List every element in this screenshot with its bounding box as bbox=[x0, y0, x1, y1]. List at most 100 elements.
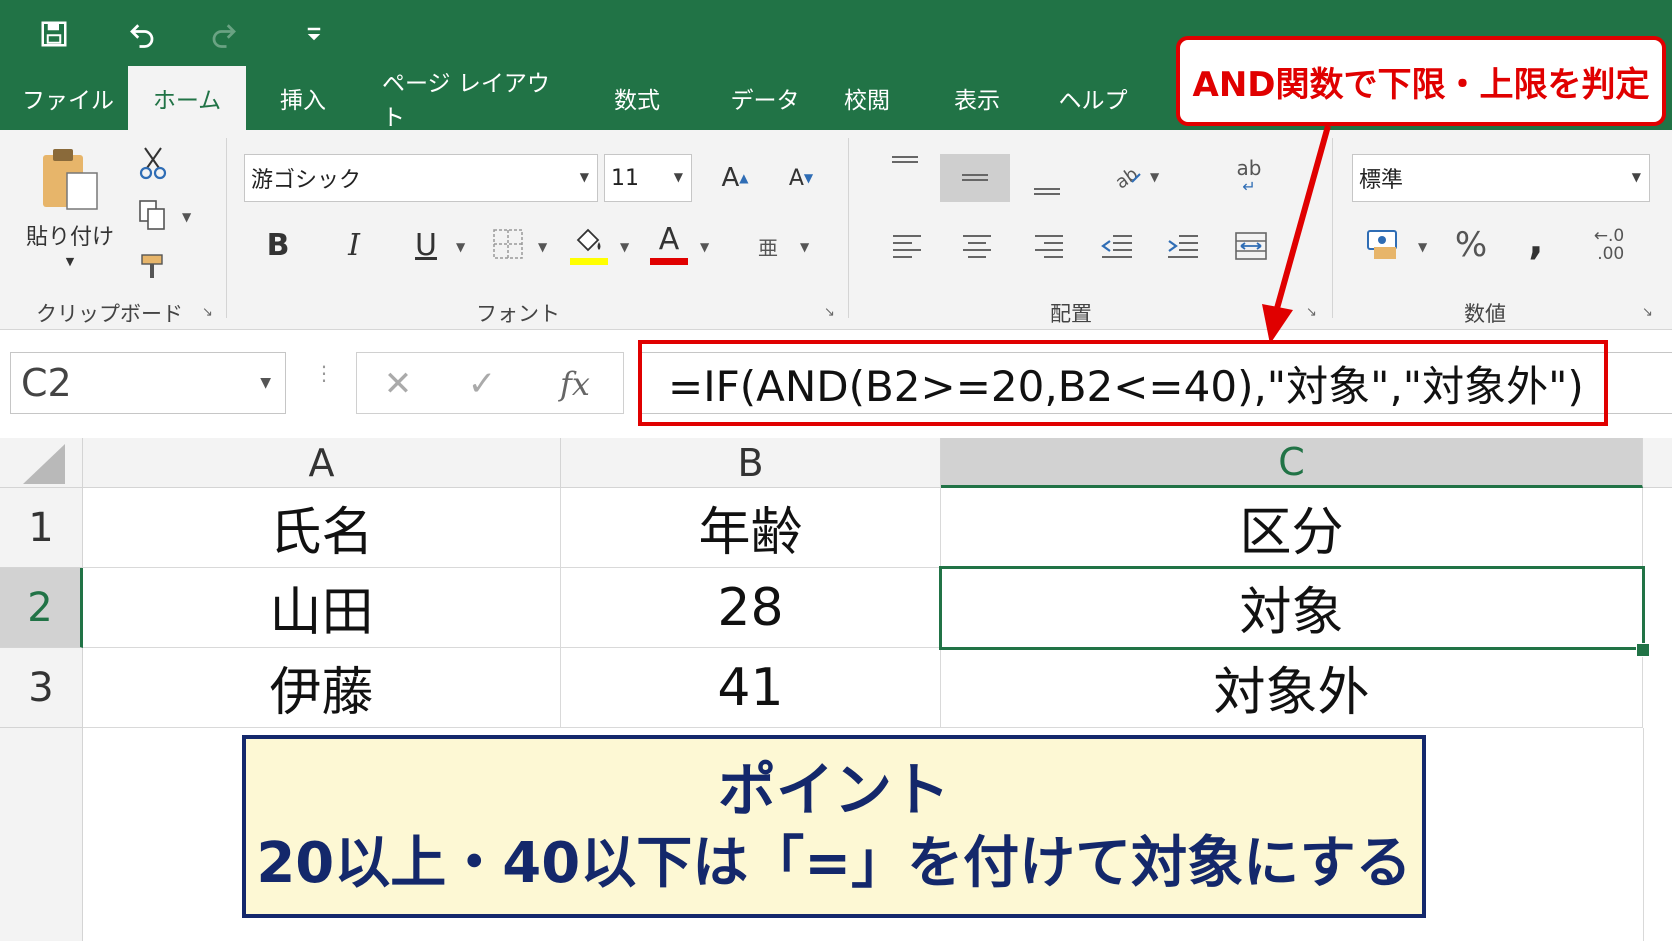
column-header-d[interactable] bbox=[1643, 438, 1672, 488]
borders-dropdown-icon[interactable]: ▼ bbox=[538, 240, 547, 254]
tab-home[interactable]: ホーム bbox=[128, 66, 246, 130]
point-note-box: ポイント 20以上・40以下は「=」を付けて対象にする bbox=[242, 735, 1426, 918]
row-header-3[interactable]: 3 bbox=[0, 648, 83, 728]
underline-button[interactable]: U bbox=[406, 222, 446, 268]
paste-label: 貼り付け bbox=[25, 224, 114, 250]
align-top-icon[interactable] bbox=[880, 146, 930, 186]
formula-bar-grip[interactable]: ⋮ bbox=[314, 363, 334, 398]
font-group-label: フォント bbox=[476, 302, 560, 326]
font-size-combo[interactable]: 11 ▼ bbox=[604, 154, 692, 202]
name-box[interactable]: C2 ▼ bbox=[10, 352, 286, 414]
copy-icon[interactable] bbox=[130, 192, 176, 238]
align-bottom-icon[interactable] bbox=[1022, 166, 1072, 206]
insert-function-button[interactable]: fx bbox=[547, 359, 603, 409]
chevron-down-icon: ▼ bbox=[579, 170, 589, 184]
cell-b1[interactable]: 年齢 bbox=[561, 488, 941, 568]
merge-center-icon[interactable] bbox=[1228, 226, 1274, 266]
cancel-icon[interactable]: ✕ bbox=[373, 359, 423, 409]
alignment-launcher-icon[interactable]: ↘ bbox=[1306, 306, 1320, 320]
font-name-value: 游ゴシック bbox=[251, 168, 362, 193]
align-right-icon[interactable] bbox=[1026, 226, 1072, 266]
underline-dropdown-icon[interactable]: ▼ bbox=[456, 240, 465, 254]
clipboard-launcher-icon[interactable]: ↘ bbox=[202, 306, 216, 320]
font-color-icon[interactable]: A bbox=[648, 222, 690, 268]
callout-and-label: AND関数で下限・上限を判定 bbox=[1176, 36, 1666, 126]
cell-a1[interactable]: 氏名 bbox=[83, 488, 561, 568]
format-painter-icon[interactable] bbox=[130, 244, 176, 290]
save-icon[interactable] bbox=[34, 14, 74, 54]
font-color-dropdown-icon[interactable]: ▼ bbox=[700, 240, 709, 254]
italic-button[interactable]: I bbox=[334, 222, 374, 268]
fill-color-bar bbox=[570, 257, 608, 265]
tab-review[interactable]: 校閲 bbox=[830, 66, 904, 130]
bold-button[interactable]: B bbox=[258, 222, 298, 268]
decrease-indent-icon[interactable] bbox=[1094, 226, 1140, 266]
formula-highlight-box bbox=[638, 340, 1608, 426]
text-orientation-icon[interactable]: ab bbox=[1104, 154, 1148, 198]
accounting-format-icon[interactable] bbox=[1360, 222, 1410, 268]
cell-a3[interactable]: 伊藤 bbox=[83, 648, 561, 728]
column-header-a[interactable]: A bbox=[83, 438, 561, 488]
percent-style-button[interactable]: % bbox=[1446, 222, 1496, 268]
cell-a2[interactable]: 山田 bbox=[83, 568, 561, 648]
font-name-combo[interactable]: 游ゴシック ▼ bbox=[244, 154, 598, 202]
phonetic-dropdown-icon[interactable]: ▼ bbox=[800, 240, 809, 254]
fill-handle[interactable] bbox=[1636, 643, 1650, 657]
clipboard-group-label: クリップボード bbox=[36, 302, 183, 326]
comma-style-button[interactable]: , bbox=[1514, 218, 1558, 264]
paste-dropdown-icon[interactable]: ▼ bbox=[66, 255, 74, 268]
number-format-value: 標準 bbox=[1359, 168, 1404, 193]
phonetic-guide-icon[interactable]: 亜 bbox=[748, 224, 788, 268]
row-header-4[interactable] bbox=[0, 728, 83, 941]
tab-help[interactable]: ヘルプ bbox=[1046, 66, 1140, 130]
tab-insert[interactable]: 挿入 bbox=[254, 66, 352, 130]
number-format-combo[interactable]: 標準 ▼ bbox=[1352, 154, 1650, 202]
tab-view[interactable]: 表示 bbox=[940, 66, 1014, 130]
group-separator bbox=[848, 138, 849, 318]
fill-color-dropdown-icon[interactable]: ▼ bbox=[620, 240, 629, 254]
tab-page-layout[interactable]: ページ レイアウト bbox=[382, 66, 560, 131]
cell-b2[interactable]: 28 bbox=[561, 568, 941, 648]
tab-formulas[interactable]: 数式 bbox=[594, 66, 680, 130]
fill-color-icon[interactable] bbox=[568, 222, 610, 268]
chevron-down-icon: ▼ bbox=[260, 375, 271, 391]
align-center-icon[interactable] bbox=[954, 226, 1000, 266]
row-header-1[interactable]: 1 bbox=[0, 488, 83, 568]
column-header-c[interactable]: C bbox=[941, 438, 1643, 488]
orientation-dropdown-icon[interactable]: ▼ bbox=[1150, 170, 1159, 184]
select-all-icon bbox=[23, 443, 65, 484]
redo-icon[interactable] bbox=[204, 14, 244, 54]
paste-button[interactable]: 貼り付け ▼ bbox=[16, 142, 124, 272]
decrease-font-icon: A bbox=[788, 165, 804, 191]
font-launcher-icon[interactable]: ↘ bbox=[824, 306, 838, 320]
align-left-icon[interactable] bbox=[884, 226, 930, 266]
decrease-font-button[interactable]: A ▼ bbox=[776, 154, 826, 202]
group-separator bbox=[226, 138, 227, 318]
cell-b3[interactable]: 41 bbox=[561, 648, 941, 728]
paste-icon bbox=[43, 148, 98, 210]
increase-font-button[interactable]: A ▲ bbox=[710, 154, 760, 202]
borders-icon[interactable] bbox=[488, 224, 528, 264]
cut-icon[interactable] bbox=[130, 140, 176, 186]
font-color-bar bbox=[650, 258, 688, 265]
group-separator bbox=[1332, 138, 1333, 318]
customize-dropdown-icon[interactable] bbox=[294, 14, 334, 54]
increase-decimal-icon[interactable]: ←.0 .00 bbox=[1582, 220, 1636, 270]
increase-indent-icon[interactable] bbox=[1160, 226, 1206, 266]
tab-file[interactable]: ファイル bbox=[8, 66, 128, 130]
copy-dropdown-icon[interactable]: ▼ bbox=[182, 210, 191, 224]
select-all-corner[interactable] bbox=[0, 438, 83, 488]
tab-data[interactable]: データ bbox=[710, 66, 820, 130]
number-launcher-icon[interactable]: ↘ bbox=[1642, 306, 1656, 320]
align-middle-icon[interactable] bbox=[940, 154, 1010, 202]
wrap-text-icon[interactable]: ab ↵ bbox=[1226, 152, 1272, 198]
cell-c1[interactable]: 区分 bbox=[941, 488, 1643, 568]
row-header-2[interactable]: 2 bbox=[0, 568, 83, 648]
formula-bar: C2 ▼ ⋮ ✕ ✓ fx =IF(AND(B2>=20,B2<=40),"対象… bbox=[0, 330, 1672, 438]
column-header-b[interactable]: B bbox=[561, 438, 941, 488]
cell-c3[interactable]: 対象外 bbox=[941, 648, 1643, 728]
enter-icon[interactable]: ✓ bbox=[457, 359, 507, 409]
undo-icon[interactable] bbox=[122, 14, 162, 54]
ribbon: 貼り付け ▼ ▼ クリップボード ↘ 游ゴシック ▼ 11 ▼ A ▲ A ▼ B … bbox=[0, 130, 1672, 330]
accounting-dropdown-icon[interactable]: ▼ bbox=[1418, 240, 1427, 254]
